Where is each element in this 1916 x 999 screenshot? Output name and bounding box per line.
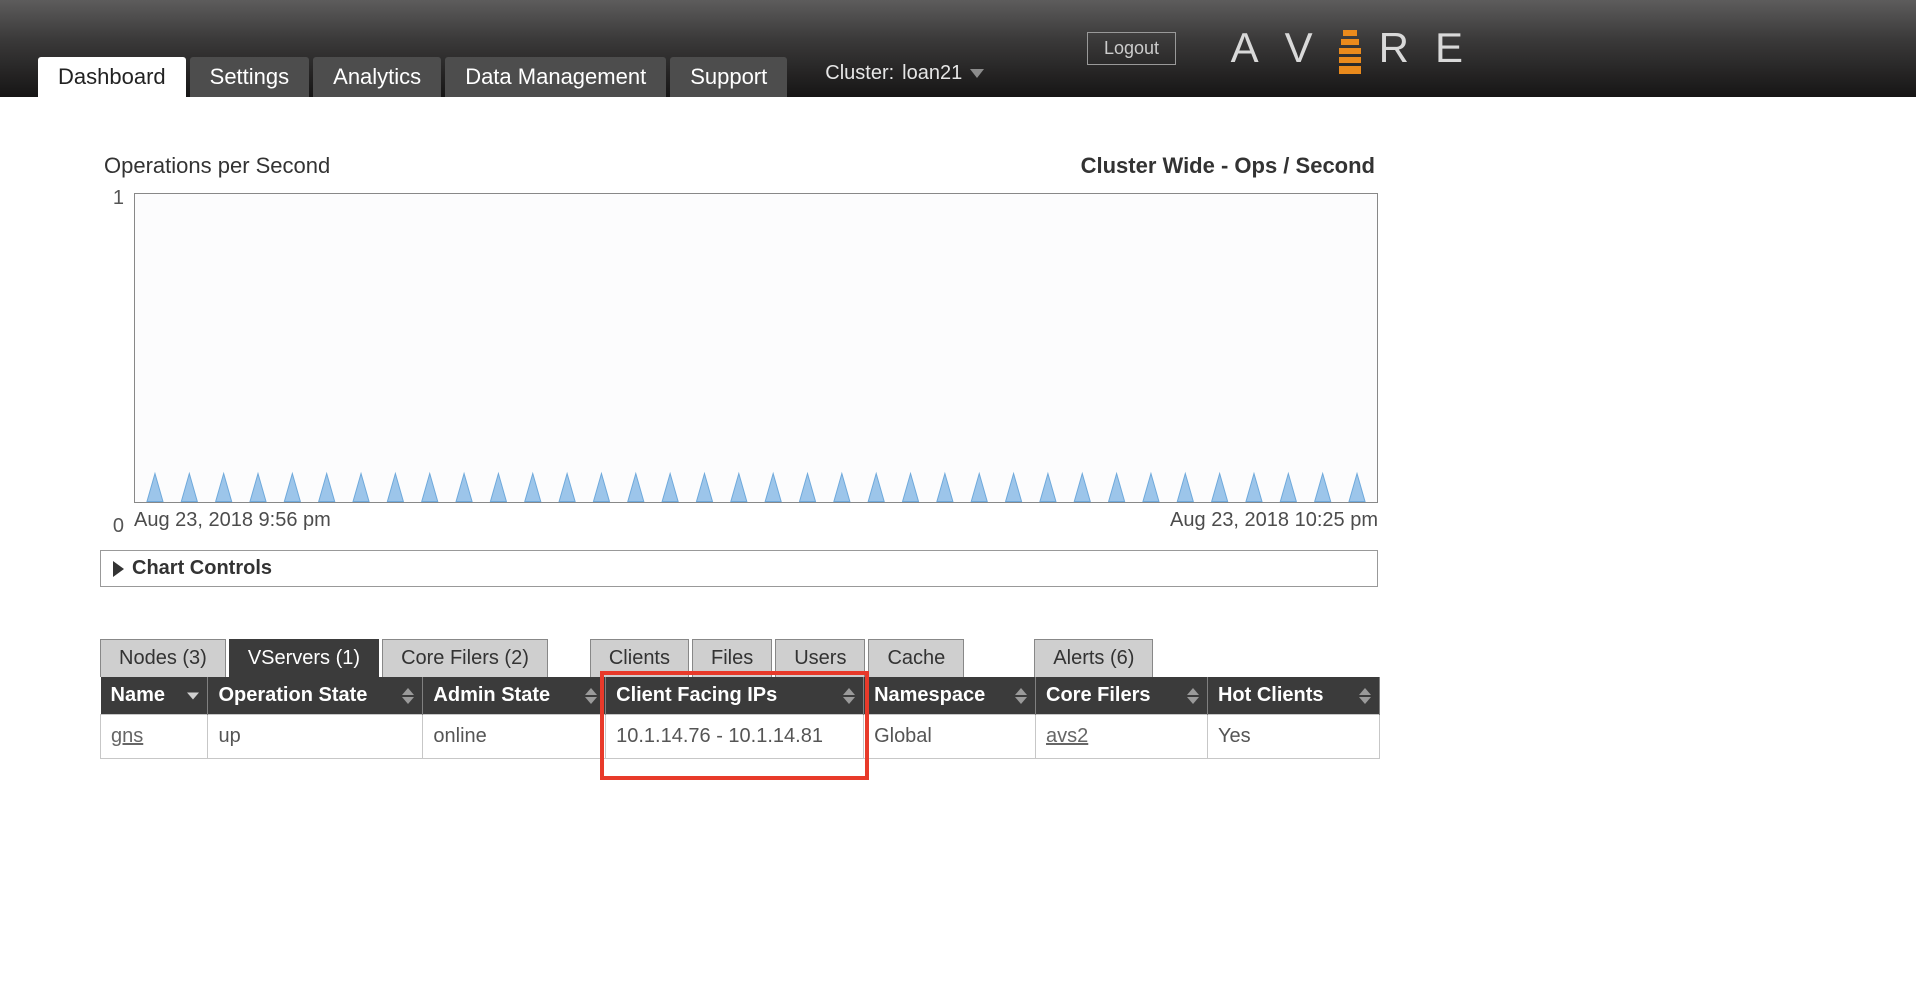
dtab-users[interactable]: Users xyxy=(775,639,865,677)
vservers-table: Name Operation State Admin State Client … xyxy=(100,677,1380,759)
logout-button[interactable]: Logout xyxy=(1087,32,1176,65)
brand-logo: A V R E xyxy=(1231,22,1471,72)
dropdown-icon xyxy=(970,69,984,78)
sort-icon xyxy=(1359,688,1371,704)
col-core-filers[interactable]: Core Filers xyxy=(1036,677,1208,715)
dtab-files[interactable]: Files xyxy=(692,639,772,677)
tab-support[interactable]: Support xyxy=(670,57,787,97)
cell-admin-state: online xyxy=(423,715,606,759)
dtab-corefilers[interactable]: Core Filers (2) xyxy=(382,639,548,677)
vserver-link[interactable]: gns xyxy=(111,725,143,747)
expand-icon xyxy=(113,561,124,577)
data-tabs: Nodes (3) VServers (1) Core Filers (2) C… xyxy=(100,639,1375,677)
col-operation-state[interactable]: Operation State xyxy=(208,677,423,715)
top-header: Logout A V R E Dashboard Settings Analyt… xyxy=(0,0,1916,97)
col-admin-state[interactable]: Admin State xyxy=(423,677,606,715)
cell-name: gns xyxy=(101,715,208,759)
tab-data-management[interactable]: Data Management xyxy=(445,57,666,97)
dtab-cache[interactable]: Cache xyxy=(868,639,964,677)
cluster-prefix: Cluster: xyxy=(825,62,894,85)
cell-namespace: Global xyxy=(864,715,1036,759)
tab-analytics[interactable]: Analytics xyxy=(313,57,441,97)
dtab-clients[interactable]: Clients xyxy=(590,639,689,677)
col-namespace[interactable]: Namespace xyxy=(864,677,1036,715)
cluster-name: loan21 xyxy=(902,62,962,85)
dtab-nodes[interactable]: Nodes (3) xyxy=(100,639,226,677)
logo-accent-icon xyxy=(1339,30,1361,74)
tab-dashboard[interactable]: Dashboard xyxy=(38,57,186,97)
chart-title-right: Cluster Wide - Ops / Second xyxy=(1081,153,1375,179)
primary-nav: Dashboard Settings Analytics Data Manage… xyxy=(38,57,984,97)
cell-hot-clients: Yes xyxy=(1207,715,1379,759)
col-hot-clients[interactable]: Hot Clients xyxy=(1207,677,1379,715)
chart-title-row: Operations per Second Cluster Wide - Ops… xyxy=(104,153,1375,179)
x-axis-end: Aug 23, 2018 10:25 pm xyxy=(1170,509,1378,532)
chart-series-line xyxy=(135,194,1377,503)
col-name[interactable]: Name xyxy=(101,677,208,715)
table-row: gns up online 10.1.14.76 - 10.1.14.81 Gl… xyxy=(101,715,1380,759)
dtab-alerts[interactable]: Alerts (6) xyxy=(1034,639,1153,677)
y-axis-min: 0 xyxy=(113,515,124,538)
y-axis-max: 1 xyxy=(113,187,124,210)
corefiler-link[interactable]: avs2 xyxy=(1046,725,1088,747)
x-axis-start: Aug 23, 2018 9:56 pm xyxy=(134,509,331,532)
chart-area: 1 0 Aug 23, 2018 9:56 pm Aug 23, 2018 10… xyxy=(134,193,1375,532)
sort-icon xyxy=(843,688,855,704)
sort-icon xyxy=(187,692,199,699)
cell-core-filers: avs2 xyxy=(1036,715,1208,759)
sort-icon xyxy=(585,688,597,704)
chart-controls-label: Chart Controls xyxy=(132,557,272,580)
cell-operation-state: up xyxy=(208,715,423,759)
sort-icon xyxy=(1187,688,1199,704)
dtab-vservers[interactable]: VServers (1) xyxy=(229,639,379,677)
cluster-selector[interactable]: Cluster: loan21 xyxy=(825,62,984,93)
chart-title-left: Operations per Second xyxy=(104,153,330,179)
x-axis-labels: Aug 23, 2018 9:56 pm Aug 23, 2018 10:25 … xyxy=(134,509,1378,532)
chart-plot[interactable] xyxy=(134,193,1378,503)
tab-settings[interactable]: Settings xyxy=(190,57,310,97)
cell-client-facing-ips: 10.1.14.76 - 10.1.14.81 xyxy=(606,715,864,759)
dashboard-content: Operations per Second Cluster Wide - Ops… xyxy=(0,97,1475,799)
sort-icon xyxy=(1015,688,1027,704)
chart-controls-toggle[interactable]: Chart Controls xyxy=(100,550,1378,587)
col-client-facing-ips[interactable]: Client Facing IPs xyxy=(606,677,864,715)
sort-icon xyxy=(402,688,414,704)
